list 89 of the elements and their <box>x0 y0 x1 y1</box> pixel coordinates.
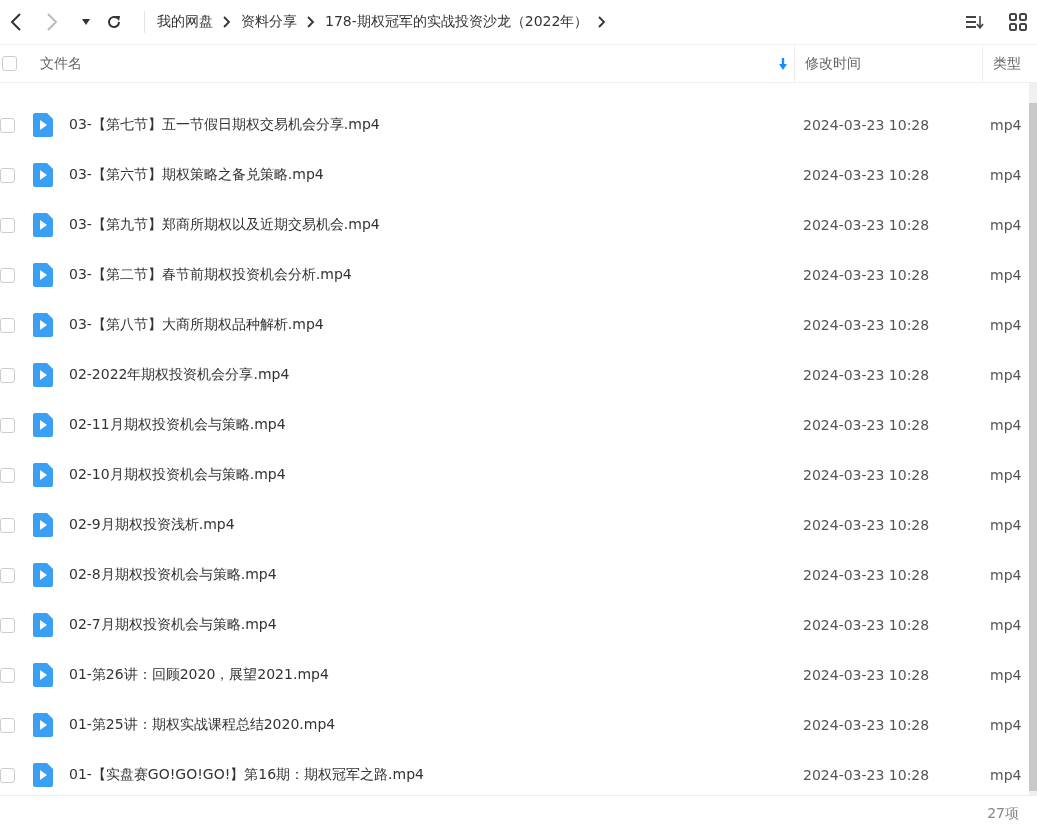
file-type: mp4 <box>990 117 1022 133</box>
row-checkbox[interactable] <box>0 667 15 683</box>
row-checkbox[interactable] <box>0 117 15 133</box>
modified-time: 2024-03-23 10:28 <box>803 467 931 483</box>
sort-arrow-icon <box>778 57 788 70</box>
file-name[interactable]: 02-10月期权投资机会与策略.mp4 <box>69 466 803 484</box>
file-name[interactable]: 02-8月期权投资机会与策略.mp4 <box>69 566 803 584</box>
row-checkbox[interactable] <box>0 417 15 433</box>
file-name[interactable]: 02-9月期权投资浅析.mp4 <box>69 516 803 534</box>
video-file-icon <box>33 113 53 137</box>
row-checkbox[interactable] <box>0 167 15 183</box>
file-name[interactable]: 03-【第九节】郑商所期权以及近期交易机会.mp4 <box>69 216 803 234</box>
row-checkbox[interactable] <box>0 517 15 533</box>
modified-time: 2024-03-23 10:28 <box>803 317 931 333</box>
breadcrumb-item[interactable]: 178-期权冠军的实战投资沙龙（2022年） <box>325 13 589 31</box>
modified-time: 2024-03-23 10:28 <box>803 667 931 683</box>
file-type: mp4 <box>990 367 1022 383</box>
file-type: mp4 <box>990 567 1022 583</box>
file-name[interactable]: 03-【第七节】五一节假日期权交易机会分享.mp4 <box>69 116 803 134</box>
select-all-checkbox[interactable] <box>2 56 17 71</box>
modified-time: 2024-03-23 10:28 <box>803 217 931 233</box>
column-header[interactable]: 修改时间 <box>794 45 982 82</box>
row-checkbox[interactable] <box>0 467 15 483</box>
row-checkbox[interactable] <box>0 567 15 583</box>
row-checkbox[interactable] <box>0 317 15 333</box>
modified-time: 2024-03-23 10:28 <box>803 417 931 433</box>
video-file-icon <box>33 713 53 737</box>
video-file-icon <box>33 163 53 187</box>
row-checkbox[interactable] <box>0 217 15 233</box>
file-type: mp4 <box>990 767 1022 783</box>
file-type: mp4 <box>990 617 1022 633</box>
caret-down-icon <box>82 19 90 25</box>
breadcrumb-item[interactable]: 我的网盘 <box>157 13 213 31</box>
file-name[interactable]: 01-第25讲：期权实战课程总结2020.mp4 <box>69 716 803 734</box>
file-type: mp4 <box>990 417 1022 433</box>
chevron-right-icon <box>598 16 607 28</box>
sort-icon <box>965 14 985 30</box>
modified-time: 2024-03-23 10:28 <box>803 767 931 783</box>
file-name[interactable]: 02-7月期权投资机会与策略.mp4 <box>69 616 803 634</box>
file-name[interactable]: 01-第26讲：回顾2020，展望2021.mp4 <box>69 666 803 684</box>
item-count: 27项 <box>987 805 1019 823</box>
chevron-left-icon <box>10 13 22 31</box>
video-file-icon <box>33 513 53 537</box>
video-file-icon <box>33 413 53 437</box>
video-file-icon <box>33 663 53 687</box>
file-name[interactable]: 03-【第六节】期权策略之备兑策略.mp4 <box>69 166 803 184</box>
scrollbar[interactable] <box>1029 83 1037 795</box>
file-type: mp4 <box>990 217 1022 233</box>
row-checkbox[interactable] <box>0 617 15 633</box>
file-type: mp4 <box>990 267 1022 283</box>
video-file-icon <box>33 613 53 637</box>
file-name[interactable]: 01-【实盘赛GO!GO!GO!】第16期：期权冠军之路.mp4 <box>69 766 803 784</box>
video-file-icon <box>33 563 53 587</box>
file-name[interactable]: 03-【第二节】春节前期权投资机会分析.mp4 <box>69 266 803 284</box>
video-file-icon <box>33 363 53 387</box>
breadcrumb-item[interactable]: 资料分享 <box>241 13 297 31</box>
row-checkbox[interactable] <box>0 267 15 283</box>
video-file-icon <box>33 313 53 337</box>
row-checkbox[interactable] <box>0 767 15 783</box>
modified-time: 2024-03-23 10:28 <box>803 267 931 283</box>
modified-time: 2024-03-23 10:28 <box>803 717 931 733</box>
chevron-right-icon <box>223 16 231 28</box>
file-type: mp4 <box>990 667 1022 683</box>
chevron-right-icon <box>307 16 315 28</box>
row-checkbox[interactable] <box>0 367 15 383</box>
file-name[interactable]: 02-11月期权投资机会与策略.mp4 <box>69 416 803 434</box>
modified-time: 2024-03-23 10:28 <box>803 517 931 533</box>
grid-icon <box>1009 13 1027 31</box>
file-name[interactable]: 03-【第八节】大商所期权品种解析.mp4 <box>69 316 803 334</box>
video-file-icon <box>33 213 53 237</box>
file-type: mp4 <box>990 717 1022 733</box>
file-name[interactable]: 02-2022年期权投资机会分享.mp4 <box>69 366 803 384</box>
video-file-icon <box>33 763 53 787</box>
video-file-icon <box>33 463 53 487</box>
row-checkbox[interactable] <box>0 717 15 733</box>
modified-time: 2024-03-23 10:28 <box>803 117 931 133</box>
modified-time: 2024-03-23 10:28 <box>803 617 931 633</box>
column-header[interactable]: 类型 <box>982 45 1037 82</box>
chevron-right-icon <box>46 13 58 31</box>
video-file-icon <box>33 263 53 287</box>
column-header[interactable]: 文件名 <box>32 45 794 82</box>
modified-time: 2024-03-23 10:28 <box>803 367 931 383</box>
refresh-icon <box>106 14 122 30</box>
file-type: mp4 <box>990 467 1022 483</box>
modified-time: 2024-03-23 10:28 <box>803 167 931 183</box>
modified-time: 2024-03-23 10:28 <box>803 567 931 583</box>
file-type: mp4 <box>990 517 1022 533</box>
file-type: mp4 <box>990 167 1022 183</box>
file-type: mp4 <box>990 317 1022 333</box>
